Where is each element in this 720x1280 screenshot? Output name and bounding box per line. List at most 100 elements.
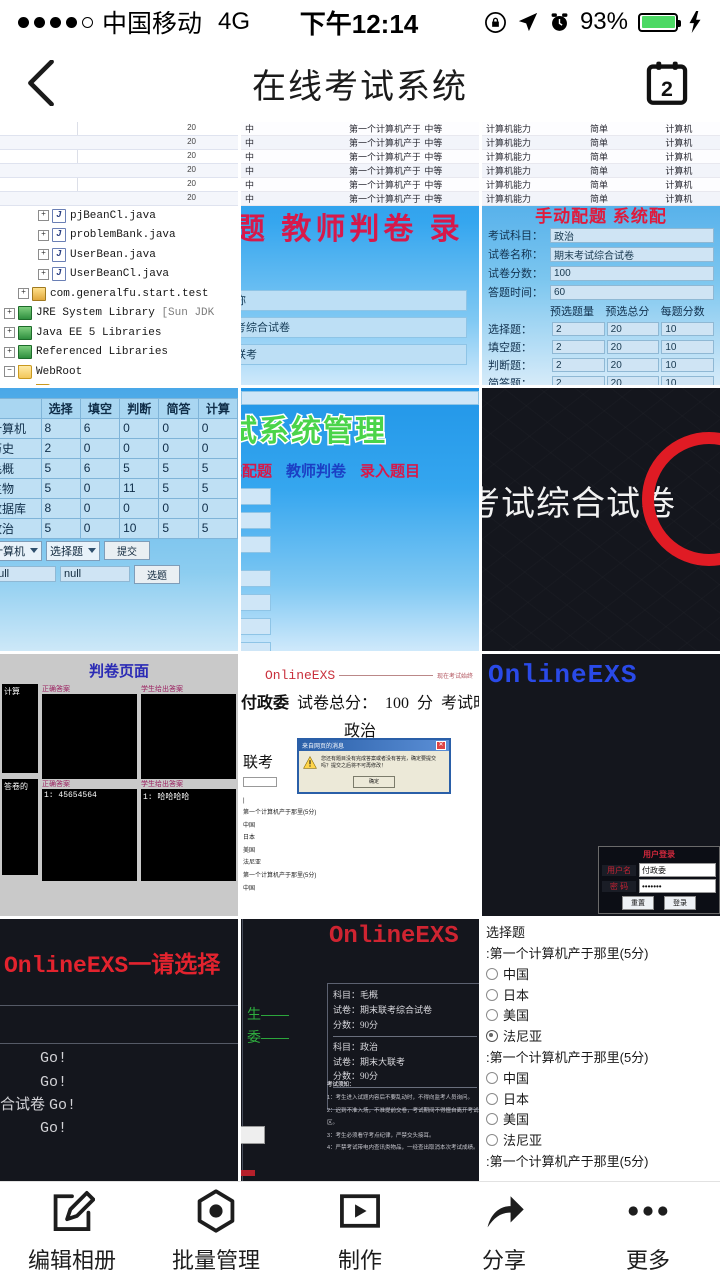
go-link[interactable]: Go! — [49, 1094, 76, 1117]
tree-item-label: Referenced Libraries — [36, 346, 169, 359]
system-nav-links[interactable]: 统配题 教师判卷 录入题目 — [241, 460, 420, 481]
paper-form-fields: 称 考综合试卷 联考 — [241, 290, 467, 365]
paper-name: 合试卷 — [0, 1096, 46, 1114]
mini-field[interactable] — [241, 569, 271, 587]
answer-input[interactable] — [243, 776, 277, 787]
grid-cell-exam-paper-dark-banner[interactable]: 考试综合试卷 — [482, 387, 720, 651]
username-input[interactable]: 付政委 — [639, 863, 716, 878]
sidebar-menu[interactable]: 生—— 委—— — [247, 1003, 289, 1048]
battery-icon — [638, 12, 681, 32]
login-button[interactable]: 登录 — [664, 896, 696, 911]
admin-nav-links[interactable]: 题 教师判卷 录 — [241, 204, 464, 248]
paper-name-input[interactable]: 期末考试综合试卷 — [550, 246, 714, 262]
warning-icon — [303, 755, 317, 769]
sidebar-item[interactable]: 生—— — [247, 1003, 289, 1025]
grid-cell-manual-paper-config-form[interactable]: 计算机能力 简单 计算机 计算机能力 简单 计算机 计算机能力 简单 计算机 计算机能力 简单… — [482, 122, 720, 385]
paper-score-input[interactable]: 100 — [550, 265, 714, 281]
option-row[interactable]: 中国 — [486, 1069, 718, 1090]
mini-field[interactable] — [241, 617, 271, 635]
go-link[interactable]: Go! — [0, 1117, 238, 1140]
grid-cell-question-bank-statistics[interactable]: 选择 填空判断 简答计算 计算机86000 历史20000 毛概56555 生物… — [0, 387, 238, 651]
grid-cell-exam-taking-page-with-dialog[interactable]: OnlineEXS 现在考试始终 付政委 试卷总分： 100 分 考试时 政治 … — [241, 653, 479, 917]
mini-field[interactable] — [241, 487, 271, 505]
dialog-ok-button[interactable]: 确定 — [353, 775, 395, 788]
close-icon[interactable]: ✕ — [436, 740, 446, 750]
config-table-row: 填空题： 2 20 10 — [488, 339, 715, 355]
grid-cell-exam-system-banner[interactable]: 试系统管理 统配题 教师判卷 录入题目 — [241, 387, 479, 651]
subject-input[interactable]: 政治 — [550, 227, 714, 243]
password-input[interactable]: ••••••• — [639, 879, 716, 894]
chevron-down-icon — [30, 548, 38, 554]
grid-cell-eclipse-package-explorer[interactable]: 20 20 20 20 20 20 + JpjBeanCl.java + Jprob… — [0, 122, 238, 385]
left-null-input[interactable]: null — [0, 566, 56, 583]
password-label: 密 码 — [602, 880, 636, 892]
stats-controls-row: 计算机 选择题 提交 — [0, 539, 238, 563]
right-null-input[interactable]: null — [60, 566, 130, 583]
mini-field[interactable] — [241, 641, 271, 651]
question-text: 第一个计算机产于那里(5分) — [243, 873, 317, 880]
tree-item: + JRE System Library [Sun JDK — [0, 304, 238, 324]
reset-button[interactable]: 重置 — [622, 896, 654, 911]
grid-cell-score-record-page[interactable]: OnlineEXS 生—— 委—— 科目：毛概 试卷：期末联考综合试卷 分数：9… — [241, 919, 479, 1182]
grid-cell-grading-page[interactable]: 判卷页面 计算 答卷的 正确答案 正确答案 1: 45654564 学生给出答案 — [0, 653, 238, 917]
form-field-1[interactable]: 称 — [241, 290, 467, 311]
grid-cell-login-page[interactable]: OnlineEXS 用户登录 用户名 付政委 密 码 ••••••• 重置 登录 — [482, 653, 720, 917]
confirm-dialog[interactable]: 来自网页的消息 ✕ 您还有题目没有完成答案或者没有答完，确定要提交吗？提交之后将… — [297, 737, 451, 794]
nav-link-grading[interactable]: 教师判卷 — [286, 460, 346, 481]
question-text: 第一个计算机产于那里(5分) — [243, 810, 317, 817]
nav-link-config[interactable]: 统配题 — [241, 460, 272, 481]
subject-select[interactable]: 计算机 — [0, 540, 42, 561]
pick-question-button[interactable]: 选题 — [134, 564, 180, 584]
option-row[interactable]: 法尼亚 — [486, 1131, 718, 1152]
sheet-value: 20 — [187, 137, 196, 146]
nav-link-entry[interactable]: 录入题目 — [360, 460, 420, 481]
toolbar-item-more[interactable]: 更多 — [576, 1188, 720, 1275]
option-row-selected[interactable]: 法尼亚 — [486, 1027, 718, 1048]
selection-title: OnlineEXS一请选择 — [4, 953, 221, 980]
option-row[interactable]: 日本 — [486, 1090, 718, 1111]
grid-cell-exam-admin-paper-form[interactable]: 中第一个计算机产于那里中等 中第一个计算机产于那里中等 中第一个计算机产于那里中… — [241, 122, 479, 385]
record-row: 试卷：期末大联考 — [333, 1056, 406, 1067]
option-row[interactable]: 美国 — [486, 1006, 718, 1027]
correct-answer-box — [42, 693, 137, 779]
form-field-3[interactable]: 联考 — [241, 344, 467, 365]
toolbar-item-edit-album[interactable]: 编辑相册 — [0, 1188, 144, 1275]
mini-input[interactable] — [241, 1126, 265, 1144]
record-row: 科目：政治 — [333, 1041, 379, 1052]
go-link[interactable]: Go! — [0, 1047, 238, 1070]
batch-manage-icon — [197, 1188, 235, 1233]
mini-field[interactable] — [241, 511, 271, 529]
exam-time-input[interactable]: 60 — [550, 284, 714, 300]
form-field-2[interactable]: 考综合试卷 — [241, 317, 467, 338]
calendar-button[interactable]: 2 — [640, 56, 694, 110]
dialog-titlebar: 来自网页的消息 ✕ — [299, 739, 449, 751]
sidebar-item[interactable]: 委—— — [247, 1026, 289, 1048]
alarm-clock-icon — [549, 12, 570, 33]
question-text: :第一个计算机产于那里(5分) — [486, 946, 649, 962]
table-row: 政治501055 — [0, 517, 238, 539]
mini-field[interactable] — [241, 535, 271, 553]
student-answer-label: 学生给出答案 — [141, 780, 183, 788]
toolbar-item-share[interactable]: 分享 — [432, 1188, 576, 1275]
rotation-lock-icon — [484, 11, 507, 34]
toolbar-item-batch-manage[interactable]: 批量管理 — [144, 1188, 288, 1275]
system-banner-title: 试系统管理 — [241, 413, 387, 449]
question-type-select[interactable]: 选择题 — [46, 540, 100, 561]
grid-cell-paper-selection-page[interactable]: OnlineEXS一请选择 Go! Go! 合试卷 Go! Go! — [0, 919, 238, 1182]
go-link[interactable]: Go! — [0, 1071, 238, 1094]
toolbar-item-create[interactable]: 制作 — [288, 1188, 432, 1275]
bottom-toolbar: 编辑相册 批量管理 制作 分享 更多 — [0, 1181, 720, 1280]
chevron-down-icon — [88, 548, 96, 554]
option-row[interactable]: 中国 — [486, 965, 718, 986]
grid-cell-multiple-choice-questions[interactable]: 选择题 :第一个计算机产于那里(5分) 中国 日本 美国 法尼亚 :第一个计算机… — [482, 919, 720, 1182]
option-row[interactable]: 美国 — [486, 1110, 718, 1131]
grading-title: 判卷页面 — [88, 662, 149, 680]
login-form[interactable]: 用户登录 用户名 付政委 密 码 ••••••• 重置 登录 — [598, 846, 720, 915]
back-button[interactable] — [26, 55, 82, 111]
mini-field[interactable] — [241, 593, 271, 611]
radio-icon — [486, 1113, 498, 1126]
notice-item: 4：严禁考试带电内查讯类物品，一经查出取消本次考试成绩。 — [327, 1145, 479, 1152]
option-row[interactable]: 日本 — [486, 986, 718, 1007]
submit-button[interactable]: 提交 — [104, 541, 150, 561]
total-score-unit: 分 — [417, 694, 434, 712]
